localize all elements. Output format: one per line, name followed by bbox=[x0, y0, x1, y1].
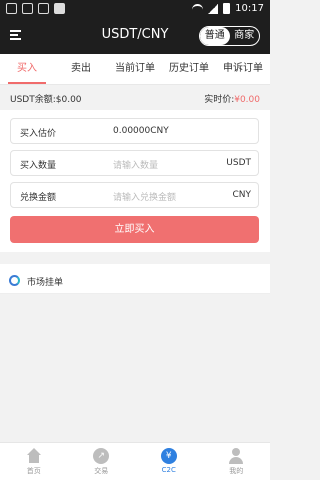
nav-trade[interactable]: ↗ 交易 bbox=[68, 443, 136, 480]
amount-unit: CNY bbox=[232, 190, 251, 200]
tab-current-orders[interactable]: 当前订单 bbox=[108, 54, 162, 84]
wifi-icon bbox=[192, 4, 204, 13]
nav-c2c[interactable]: ¥ C2C bbox=[135, 443, 203, 480]
realtime-price: 实时价:¥0.00 bbox=[204, 92, 260, 105]
clock: 10:17 bbox=[235, 3, 264, 14]
market-title: 市场挂单 bbox=[27, 278, 64, 288]
usdt-balance: USDT余额:$0.00 bbox=[10, 95, 82, 105]
trade-icon: ↗ bbox=[93, 448, 110, 464]
quantity-unit: USDT bbox=[226, 158, 251, 168]
tab-buy[interactable]: 买入 bbox=[0, 54, 54, 84]
tab-history-orders[interactable]: 历史订单 bbox=[162, 54, 216, 84]
tab-sell[interactable]: 卖出 bbox=[54, 54, 108, 84]
balance-row: USDT余额:$0.00 实时价:¥0.00 bbox=[0, 85, 270, 110]
market-orders-header: 市场挂单 bbox=[0, 264, 270, 294]
nav-c2c-label: C2C bbox=[161, 466, 176, 474]
tab-bar: 买入 卖出 当前订单 历史订单 申诉订单 bbox=[0, 54, 270, 85]
notification-icon bbox=[22, 3, 33, 14]
amount-input[interactable]: 请输入兑换金额 bbox=[113, 190, 176, 203]
mode-normal[interactable]: 普通 bbox=[200, 27, 230, 45]
header: USDT/CNY 普通 商家 bbox=[0, 18, 270, 54]
user-icon bbox=[228, 448, 244, 464]
price-label: 实时价: bbox=[204, 95, 235, 105]
divider bbox=[0, 252, 270, 264]
yen-icon: ¥ bbox=[160, 448, 177, 464]
shopping-bag-icon bbox=[54, 3, 65, 14]
market-icon bbox=[9, 275, 20, 286]
mode-merchant[interactable]: 商家 bbox=[230, 27, 260, 45]
nav-profile[interactable]: 我的 bbox=[203, 443, 271, 480]
buy-now-button[interactable]: 立即买入 bbox=[10, 216, 259, 243]
bottom-nav: 首页 ↗ 交易 ¥ C2C 我的 bbox=[0, 442, 270, 480]
nav-trade-label: 交易 bbox=[94, 467, 109, 475]
nav-home[interactable]: 首页 bbox=[0, 443, 68, 480]
quantity-input[interactable]: 请输入数量 bbox=[113, 158, 158, 171]
signal-icon bbox=[208, 3, 219, 14]
battery-icon bbox=[223, 3, 231, 14]
notification-icon bbox=[38, 3, 49, 14]
price-value: ¥0.00 bbox=[234, 95, 260, 105]
home-icon bbox=[26, 448, 42, 464]
nav-profile-label: 我的 bbox=[229, 467, 244, 475]
status-bar: 10:17 bbox=[0, 0, 270, 18]
estimate-value: 0.00000CNY bbox=[113, 126, 169, 136]
tab-appeal-orders[interactable]: 申诉订单 bbox=[216, 54, 270, 84]
notification-icon bbox=[6, 3, 17, 14]
market-orders-list bbox=[0, 294, 270, 442]
amount-field[interactable]: 兑换金额 请输入兑换金额 CNY bbox=[10, 182, 259, 208]
mode-toggle[interactable]: 普通 商家 bbox=[199, 26, 260, 46]
estimate-field: 买入估价 0.00000CNY bbox=[10, 118, 259, 144]
estimate-label: 买入估价 bbox=[20, 129, 57, 139]
quantity-field[interactable]: 买入数量 请输入数量 USDT bbox=[10, 150, 259, 176]
amount-label: 兑换金额 bbox=[20, 193, 57, 203]
nav-home-label: 首页 bbox=[26, 467, 41, 475]
quantity-label: 买入数量 bbox=[20, 161, 57, 171]
